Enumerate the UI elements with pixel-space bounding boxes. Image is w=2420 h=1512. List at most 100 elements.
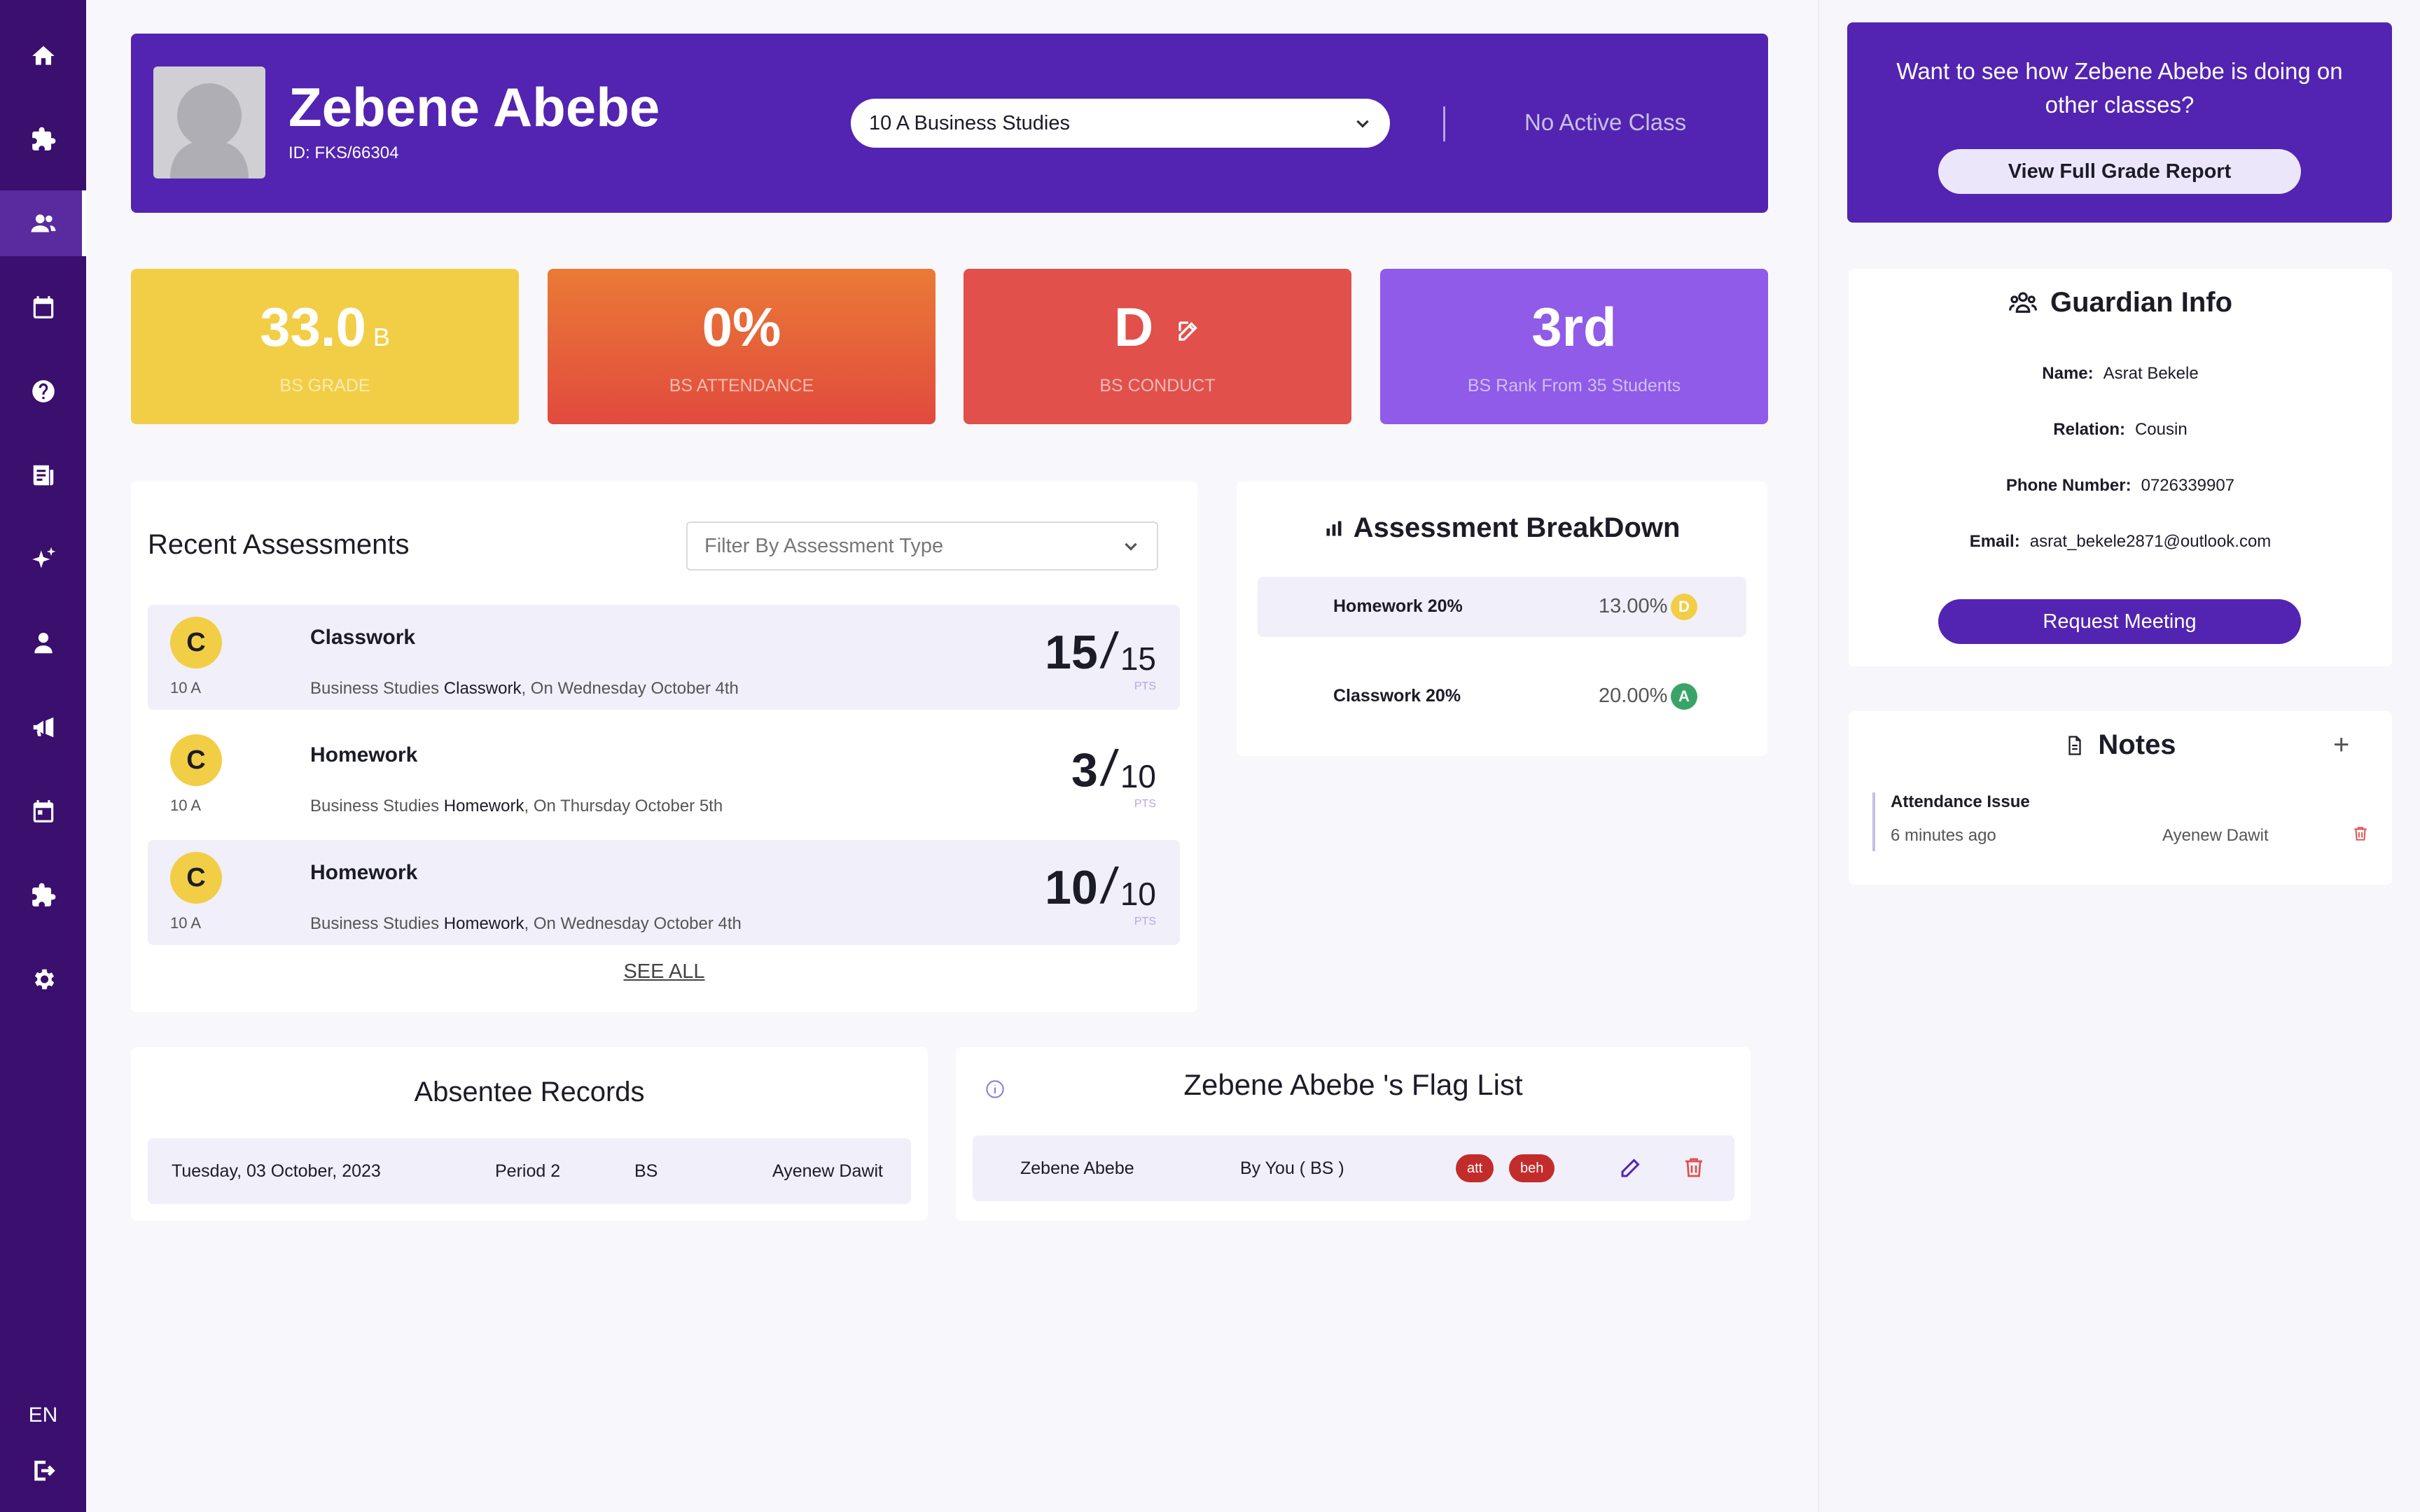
stat-rank-value: 3rd [1531, 296, 1617, 358]
assessment-score: 10/10 [1045, 858, 1156, 914]
grade-circle: C [170, 734, 222, 786]
users-icon [31, 214, 55, 232]
points-label: PTS [1134, 798, 1156, 810]
assessment-breakdown-panel: Assessment BreakDown Homework 20% 13.00%… [1237, 482, 1767, 756]
see-all-link[interactable]: SEE ALL [131, 960, 1197, 983]
sidebar: EN [0, 0, 86, 1512]
absentee-subject: BS [634, 1161, 658, 1181]
stat-attendance-value: 0% [702, 296, 781, 358]
flag-row: Zebene Abebe By You ( BS ) att beh [973, 1135, 1734, 1201]
assessment-class: 10 A [170, 797, 202, 814]
flag-list-panel: Zebene Abebe 's Flag List Zebene Abebe B… [956, 1047, 1751, 1221]
assessment-class: 10 A [170, 679, 202, 696]
nav-settings[interactable] [0, 946, 86, 1012]
breakdown-percent: 13.00% [1599, 595, 1668, 617]
logout-icon [34, 1460, 55, 1481]
flag-student: Zebene Abebe [1020, 1158, 1134, 1178]
grade-circle: C [170, 617, 222, 668]
nav-puzzle[interactable] [0, 106, 86, 172]
student-id: ID: FKS/66304 [288, 144, 399, 162]
nav-puzzle-2[interactable] [0, 862, 86, 928]
breakdown-grade-badge: A [1671, 683, 1697, 710]
note-author: Ayenew Dawit [2162, 826, 2269, 845]
logout-button[interactable] [0, 1458, 86, 1483]
nav-news[interactable] [0, 442, 86, 508]
pencil-icon[interactable] [1618, 1155, 1643, 1180]
stat-grade-letter: B [373, 323, 390, 351]
assessment-type-filter[interactable]: Filter By Assessment Type [686, 522, 1158, 570]
note-time: 6 minutes ago [1891, 826, 1996, 845]
class-select[interactable]: 10 A Business Studies [851, 99, 1390, 148]
stat-attendance-card: 0% BS ATTENDANCE [548, 269, 936, 424]
puzzle-icon [32, 127, 55, 150]
guardian-title: Guardian Info [1849, 287, 2392, 318]
guardian-email: Email: asrat_bekele2871@outlook.com [1969, 532, 2272, 551]
breakdown-title: Assessment BreakDown [1237, 512, 1767, 544]
flag-tag: beh [1509, 1154, 1555, 1182]
edit-icon[interactable] [1176, 318, 1201, 344]
grade-report-promo: Want to see how Zebene Abebe is doing on… [1847, 22, 2392, 223]
filter-placeholder: Filter By Assessment Type [704, 534, 944, 557]
nav-ai[interactable] [0, 526, 86, 592]
flag-by: By You ( BS ) [1240, 1158, 1344, 1178]
header-divider [1443, 106, 1445, 141]
no-active-class: No Active Class [1524, 109, 1687, 135]
breakdown-percent: 20.00% [1599, 685, 1668, 707]
nav-profile[interactable] [0, 610, 86, 676]
gear-icon [34, 969, 54, 990]
stat-conduct-label: BS CONDUCT [1099, 376, 1216, 396]
absentee-period: Period 2 [495, 1161, 561, 1181]
request-meeting-button[interactable]: Request Meeting [1938, 599, 2301, 644]
notes-panel: Notes + Attendance Issue 6 minutes ago A… [1849, 711, 2392, 885]
trash-icon[interactable] [1681, 1155, 1706, 1180]
notes-title: Notes [1849, 729, 2392, 761]
note-item[interactable]: Attendance Issue 6 minutes ago Ayenew Da… [1872, 792, 2370, 851]
guardian-relation: Relation: Cousin [2053, 420, 2188, 439]
points-label: PTS [1134, 916, 1156, 927]
nav-announcements[interactable] [0, 694, 86, 760]
absentee-title: Absentee Records [414, 1077, 645, 1107]
breakdown-name: Homework 20% [1333, 596, 1463, 616]
person-icon [34, 632, 53, 654]
assessment-score: 15/15 [1045, 623, 1156, 679]
trash-icon[interactable] [2351, 825, 2370, 843]
assessment-row[interactable]: C 10 A Homework Business Studies Homewor… [148, 722, 1180, 827]
nav-home[interactable] [0, 23, 86, 89]
stat-attendance-label: BS ATTENDANCE [669, 376, 814, 396]
note-title: Attendance Issue [1891, 792, 2030, 811]
promo-question: Want to see how Zebene Abebe is doing on… [1896, 58, 2343, 118]
recent-assessments-title: Recent Assessments [148, 529, 410, 560]
nav-calendar[interactable] [0, 274, 86, 340]
breakdown-row: Classwork 20% 20.00% A [1258, 666, 1746, 727]
assessment-description: Business Studies Homework, On Thursday O… [310, 797, 723, 816]
points-label: PTS [1134, 680, 1156, 692]
guardian-info-panel: Guardian Info Name: Asrat Bekele Relation… [1849, 269, 2392, 666]
nav-help[interactable] [0, 358, 86, 424]
help-icon [32, 380, 55, 402]
assessment-name: Homework [310, 861, 418, 884]
absentee-date: Tuesday, 03 October, 2023 [172, 1161, 381, 1181]
assessment-description: Business Studies Homework, On Wednesday … [310, 914, 742, 933]
language-switch[interactable]: EN [0, 1404, 86, 1427]
breakdown-grade-badge: D [1671, 594, 1697, 620]
assessment-row[interactable]: C 10 A Classwork Business Studies Classw… [148, 605, 1180, 710]
avatar-placeholder-icon [170, 83, 249, 178]
stat-grade-card: 33.0 B BS GRADE [131, 269, 519, 424]
nav-students[interactable] [0, 190, 86, 256]
guardian-phone: Phone Number: 0726339907 [2005, 476, 2235, 495]
assessment-description: Business Studies Classwork, On Wednesday… [310, 679, 739, 698]
breakdown-row: Homework 20% 13.00% D [1258, 577, 1746, 637]
megaphone-icon [33, 717, 53, 738]
puzzle-icon [32, 883, 55, 906]
stat-rank-label: BS Rank From 35 Students [1467, 376, 1681, 396]
stat-conduct-card: D BS CONDUCT [964, 269, 1351, 424]
assessment-row[interactable]: C 10 A Homework Business Studies Homewor… [148, 840, 1180, 945]
nav-schedule[interactable] [0, 778, 86, 844]
schedule-icon [33, 800, 53, 822]
add-note-button[interactable]: + [2333, 729, 2349, 761]
sparkle-icon [32, 547, 55, 568]
calendar-icon [33, 296, 53, 318]
view-full-grade-report-button[interactable]: View Full Grade Report [1938, 149, 2301, 194]
absentee-row: Tuesday, 03 October, 2023 Period 2 BS Ay… [148, 1138, 911, 1204]
chevron-down-icon [1356, 120, 1369, 128]
